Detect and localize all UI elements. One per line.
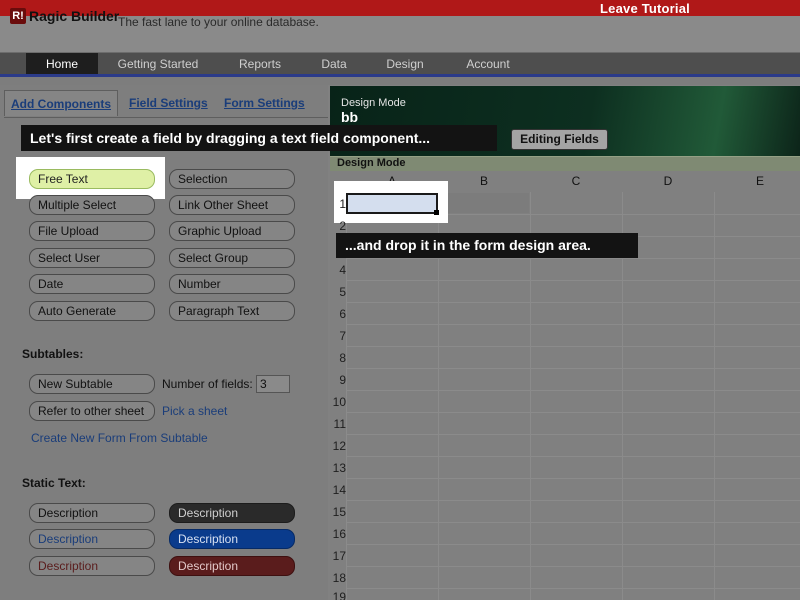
refer-to-other-sheet-button[interactable]: Refer to other sheet [29, 401, 155, 421]
row-number: 2 [339, 219, 346, 233]
graphic-upload-component[interactable]: Graphic Upload [169, 221, 295, 241]
tutorial-tooltip-drag: Let's first create a field by dragging a… [21, 125, 497, 151]
select-user-component[interactable]: Select User [29, 248, 155, 268]
nav-account[interactable]: Account [452, 53, 524, 75]
date-component[interactable]: Date [29, 274, 155, 294]
row-number: 16 [332, 527, 346, 541]
multiple-select-component[interactable]: Multiple Select [29, 195, 155, 215]
tagline: The fast lane to your online database. [118, 15, 319, 29]
sheet-name: bb [341, 109, 359, 125]
logo-icon: R! [10, 8, 26, 24]
pick-a-sheet-link[interactable]: Pick a sheet [162, 404, 227, 418]
row-number: 10 [332, 395, 346, 409]
logo-text: Ragic Builder [29, 8, 120, 24]
row-number: 11 [333, 417, 346, 431]
grid-line [346, 280, 800, 281]
description-maroon-text[interactable]: Description [29, 556, 155, 576]
grid-line [346, 588, 800, 589]
description-blue-text[interactable]: Description [29, 529, 155, 549]
nav-data[interactable]: Data [306, 53, 362, 75]
grid-line [346, 324, 800, 325]
grid-cell[interactable] [448, 193, 529, 213]
description-dark[interactable]: Description [169, 503, 295, 523]
nav-getting-started[interactable]: Getting Started [106, 53, 210, 75]
link-other-sheet-component[interactable]: Link Other Sheet [169, 195, 295, 215]
grid-cell-a1[interactable] [346, 193, 438, 214]
tutorial-tooltip-drop: ...and drop it in the form design area. [336, 233, 638, 258]
row-number: 6 [339, 307, 346, 321]
grid-line [346, 456, 800, 457]
row-number: 19 [332, 590, 346, 600]
file-upload-component[interactable]: File Upload [29, 221, 155, 241]
column-header-e: E [755, 174, 764, 188]
selection-component[interactable]: Selection [169, 169, 295, 189]
grid-line [346, 478, 800, 479]
nav-underline [0, 74, 800, 77]
description-blue[interactable]: Description [169, 529, 295, 549]
row-number: 7 [339, 329, 346, 343]
grid-line [346, 522, 800, 523]
main-nav: Home Getting Started Reports Data Design… [0, 52, 800, 75]
row-number: 1 [339, 197, 346, 211]
leave-tutorial-link[interactable]: Leave Tutorial [600, 1, 690, 16]
grid-line [346, 258, 800, 259]
row-number: 5 [339, 285, 346, 299]
row-number: 14 [332, 483, 346, 497]
design-mode-strip-label: Design Mode [337, 157, 406, 169]
paragraph-text-component[interactable]: Paragraph Text [169, 301, 295, 321]
free-text-component[interactable]: Free Text [29, 169, 155, 189]
editing-fields-button[interactable]: Editing Fields [511, 129, 608, 150]
number-of-fields-input[interactable]: 3 [256, 375, 290, 393]
design-mode-label: Design Mode [341, 97, 406, 109]
row-number: 15 [332, 505, 346, 519]
select-group-component[interactable]: Select Group [169, 248, 295, 268]
cell-resize-handle[interactable] [434, 210, 439, 215]
column-header-d: D [663, 174, 673, 188]
tab-divider [4, 117, 328, 118]
row-number: 8 [339, 351, 346, 365]
grid-line [346, 544, 800, 545]
nav-reports[interactable]: Reports [224, 53, 296, 75]
logo[interactable]: R! Ragic Builder [10, 8, 119, 24]
number-component[interactable]: Number [169, 274, 295, 294]
grid-line [346, 434, 800, 435]
auto-generate-component[interactable]: Auto Generate [29, 301, 155, 321]
grid-line [346, 412, 800, 413]
grid-line [714, 192, 715, 600]
description-maroon[interactable]: Description [169, 556, 295, 576]
row-number: 17 [332, 549, 346, 563]
nav-design[interactable]: Design [373, 53, 437, 75]
grid-line [346, 346, 800, 347]
row-number: 18 [332, 571, 346, 585]
tab-form-settings[interactable]: Form Settings [224, 90, 305, 116]
number-of-fields-label: Number of fields: [162, 377, 253, 391]
row-number: 9 [339, 373, 346, 387]
grid-line [346, 390, 800, 391]
grid-line [346, 566, 800, 567]
grid-line [346, 500, 800, 501]
description-default[interactable]: Description [29, 503, 155, 523]
static-text-label: Static Text: [22, 476, 86, 490]
grid-line [346, 302, 800, 303]
row-number: 13 [332, 461, 346, 475]
tab-add-components[interactable]: Add Components [4, 90, 118, 116]
subtables-label: Subtables: [22, 347, 84, 361]
new-subtable-button[interactable]: New Subtable [29, 374, 155, 394]
column-header-b: B [479, 174, 488, 188]
row-number: 4 [339, 263, 346, 277]
column-header-c: C [571, 174, 581, 188]
create-new-form-link[interactable]: Create New Form From Subtable [31, 431, 208, 445]
tab-field-settings[interactable]: Field Settings [129, 90, 208, 116]
grid-line [346, 368, 800, 369]
nav-home[interactable]: Home [26, 53, 98, 75]
row-number: 12 [332, 439, 346, 453]
